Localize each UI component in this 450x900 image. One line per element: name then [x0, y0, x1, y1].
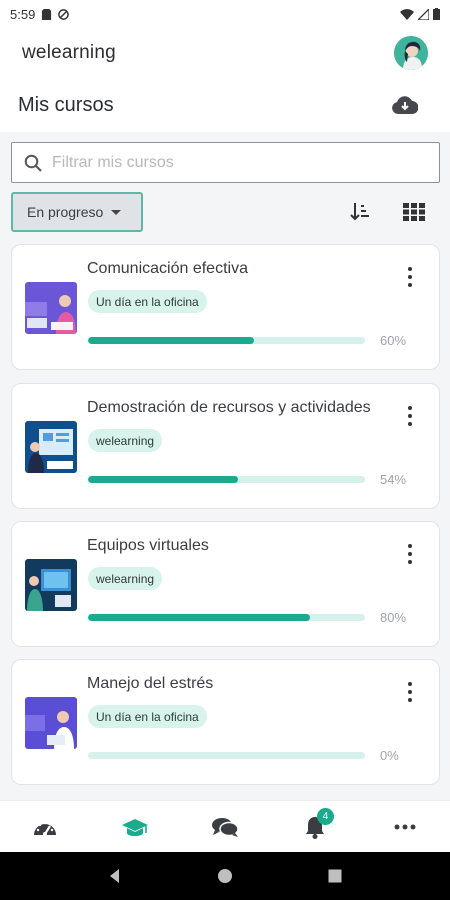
- progress-fill: [88, 476, 238, 483]
- nav-more[interactable]: [375, 804, 435, 850]
- back-icon[interactable]: [107, 868, 123, 884]
- course-progress-label: 54%: [380, 472, 407, 487]
- filter-selected-value: En progreso: [27, 204, 104, 220]
- system-navigation-bar: [0, 852, 450, 900]
- more-horizontal-icon: [394, 824, 416, 829]
- nav-my-courses[interactable]: [105, 804, 165, 850]
- course-progress-bar: [88, 614, 365, 621]
- course-title: Comunicación efectiva: [87, 260, 248, 277]
- course-category-tag: Un día en la oficina: [88, 705, 207, 728]
- grid-icon: [403, 203, 425, 221]
- course-progress-label: 0%: [380, 748, 399, 763]
- notification-badge: 4: [317, 807, 334, 825]
- home-icon[interactable]: [217, 868, 233, 884]
- dashboard-gauge-icon: [34, 821, 56, 836]
- course-title: Demostración de recursos y actividades: [87, 399, 371, 416]
- course-card[interactable]: Comunicación efectiva Un día en la ofici…: [11, 244, 440, 370]
- search-icon: [24, 154, 42, 172]
- sd-card-icon: [42, 8, 52, 20]
- more-options-icon[interactable]: [401, 404, 419, 428]
- course-thumbnail: [25, 559, 77, 611]
- page-title: Mis cursos: [18, 93, 114, 116]
- sort-icon: [350, 203, 369, 221]
- course-title: Manejo del estrés: [87, 675, 214, 692]
- course-progress-bar: [88, 476, 365, 483]
- course-card[interactable]: Demostración de recursos y actividades w…: [11, 383, 440, 509]
- graduation-cap-icon: [122, 818, 148, 836]
- nav-notifications[interactable]: 4: [285, 804, 345, 850]
- course-progress-bar: [88, 337, 365, 344]
- progress-fill: [88, 614, 310, 621]
- nav-dashboard[interactable]: [15, 804, 75, 850]
- course-card[interactable]: Equipos virtuales welearning 80%: [11, 521, 440, 647]
- more-options-icon[interactable]: [401, 680, 419, 704]
- course-thumbnail: [25, 282, 77, 334]
- status-time: 5:59: [10, 6, 36, 22]
- course-progress-label: 80%: [380, 610, 407, 625]
- course-category-tag: welearning: [88, 567, 163, 590]
- more-options-icon[interactable]: [401, 265, 419, 289]
- progress-fill: [88, 337, 255, 344]
- cloud-download-icon: [392, 96, 418, 114]
- status-filter-dropdown[interactable]: En progreso: [11, 192, 143, 232]
- wifi-icon: [400, 8, 414, 20]
- grid-view-button[interactable]: [400, 198, 428, 226]
- bottom-navigation: 4: [0, 800, 450, 852]
- avatar[interactable]: [394, 36, 428, 70]
- sort-button[interactable]: [346, 198, 374, 226]
- battery-icon: [433, 8, 440, 20]
- page-header: Mis cursos: [0, 78, 450, 132]
- course-card[interactable]: Manejo del estrés Un día en la oficina 0…: [11, 659, 440, 785]
- course-progress-label: 60%: [380, 333, 407, 348]
- app-title: welearning: [22, 42, 116, 63]
- user-avatar-icon: [394, 36, 428, 70]
- recents-icon[interactable]: [327, 868, 343, 884]
- course-thumbnail: [25, 421, 77, 473]
- nav-messages[interactable]: [195, 804, 255, 850]
- course-thumbnail: [25, 697, 77, 749]
- course-category-tag: welearning: [88, 429, 163, 452]
- signal-icon: [418, 8, 429, 20]
- data-saver-icon: [58, 8, 70, 20]
- more-options-icon[interactable]: [401, 542, 419, 566]
- course-title: Equipos virtuales: [87, 537, 209, 554]
- course-category-tag: Un día en la oficina: [88, 290, 207, 313]
- search-box[interactable]: [11, 142, 440, 183]
- app-bar: welearning: [0, 28, 450, 78]
- search-input[interactable]: [52, 153, 412, 172]
- status-bar: 5:59: [0, 0, 450, 28]
- course-progress-bar: [88, 752, 365, 759]
- chat-bubbles-icon: [212, 817, 239, 837]
- chevron-down-icon: [111, 209, 122, 215]
- download-button[interactable]: [390, 90, 420, 120]
